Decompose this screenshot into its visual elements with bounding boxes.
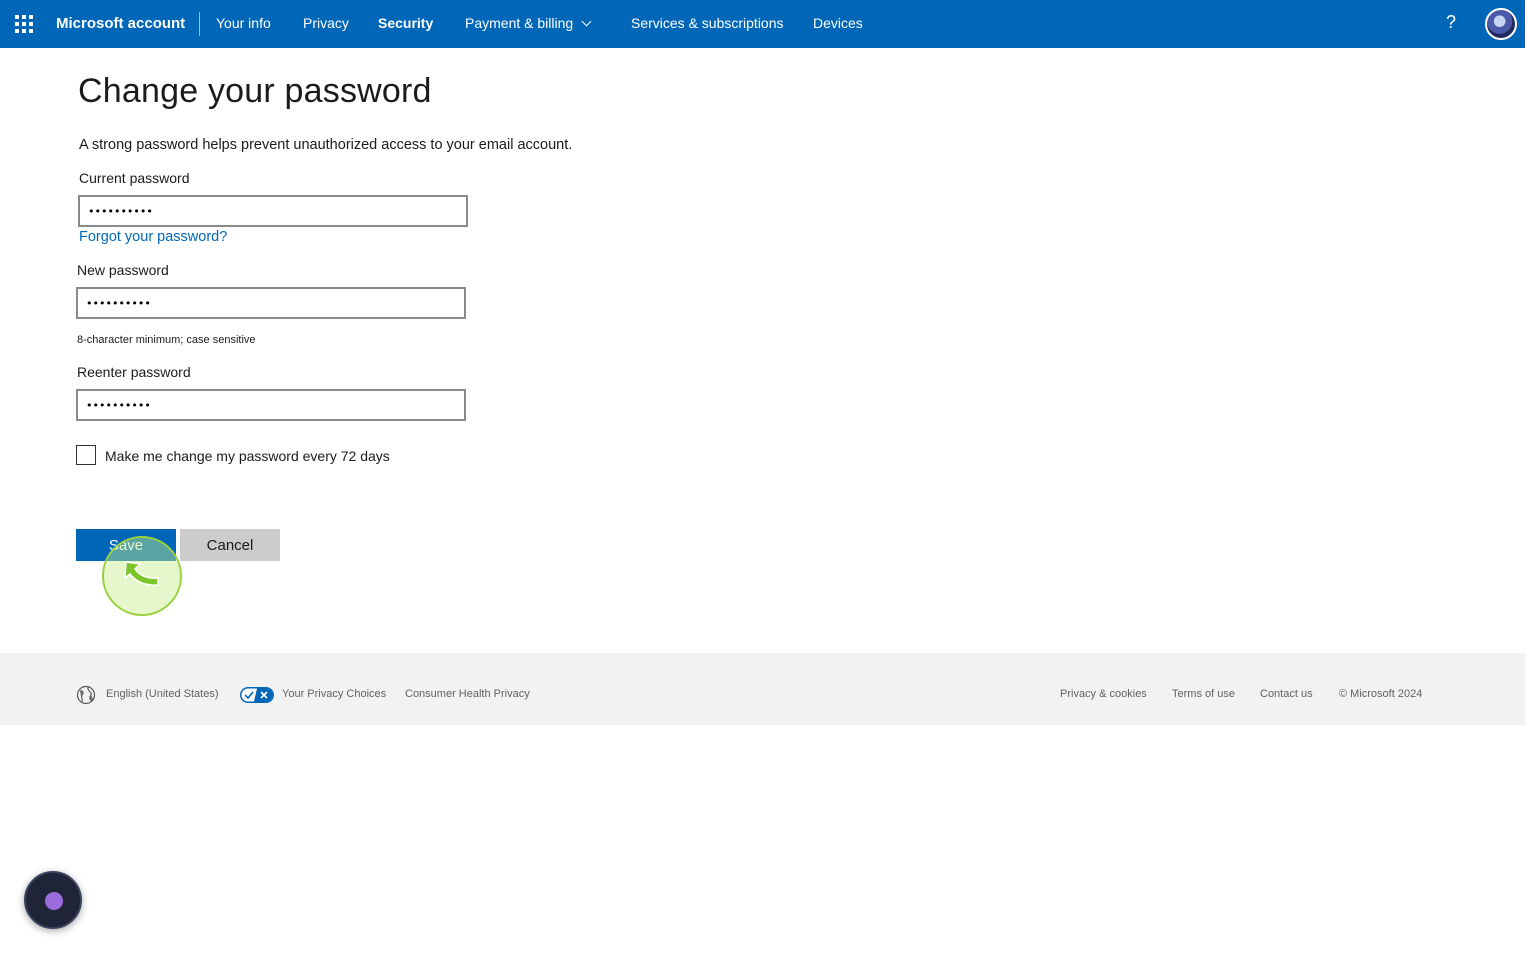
floating-assistant-button[interactable]: [24, 871, 82, 929]
waffle-icon[interactable]: [15, 15, 33, 33]
nav-services-subscriptions[interactable]: Services & subscriptions: [631, 15, 784, 31]
cancel-button[interactable]: Cancel: [180, 529, 280, 561]
privacy-choices-link[interactable]: Your Privacy Choices: [282, 688, 386, 700]
nav-devices[interactable]: Devices: [813, 15, 863, 31]
header-divider: [199, 12, 200, 36]
brand-link[interactable]: Microsoft account: [56, 15, 185, 32]
assistant-dot-icon: [45, 892, 63, 910]
nav-payment-billing-label: Payment & billing: [465, 15, 574, 31]
reenter-password-input[interactable]: [76, 389, 466, 421]
privacy-choices-icon: [240, 687, 274, 703]
save-button[interactable]: Save: [76, 529, 176, 561]
avatar[interactable]: [1485, 8, 1517, 40]
terms-of-use-link[interactable]: Terms of use: [1172, 688, 1235, 700]
reenter-password-label: Reenter password: [77, 364, 191, 380]
nav-payment-billing[interactable]: Payment & billing: [465, 15, 592, 31]
forgot-password-link[interactable]: Forgot your password?: [79, 229, 227, 245]
current-password-input[interactable]: [78, 195, 468, 227]
chevron-down-icon: [581, 16, 592, 27]
new-password-label: New password: [77, 262, 169, 278]
nav-privacy[interactable]: Privacy: [303, 15, 349, 31]
current-password-label: Current password: [79, 170, 190, 186]
language-selector[interactable]: English (United States): [106, 688, 219, 700]
new-password-input[interactable]: [76, 287, 466, 319]
password-hint: 8-character minimum; case sensitive: [77, 334, 256, 346]
globe-icon: [76, 685, 96, 705]
help-icon[interactable]: ?: [1446, 12, 1456, 33]
page-title: Change your password: [78, 72, 432, 110]
nav-your-info[interactable]: Your info: [216, 15, 271, 31]
contact-us-link[interactable]: Contact us: [1260, 688, 1313, 700]
nav-security[interactable]: Security: [378, 15, 433, 31]
copyright-text: © Microsoft 2024: [1339, 688, 1423, 700]
expire-password-label[interactable]: Make me change my password every 72 days: [105, 448, 390, 464]
privacy-cookies-link[interactable]: Privacy & cookies: [1060, 688, 1147, 700]
footer: English (United States) Your Privacy Cho…: [0, 653, 1525, 725]
expire-password-checkbox[interactable]: [76, 445, 96, 465]
intro-text: A strong password helps prevent unauthor…: [79, 137, 573, 153]
top-bar: Microsoft account Your info Privacy Secu…: [0, 0, 1525, 48]
health-privacy-link[interactable]: Consumer Health Privacy: [405, 688, 530, 700]
